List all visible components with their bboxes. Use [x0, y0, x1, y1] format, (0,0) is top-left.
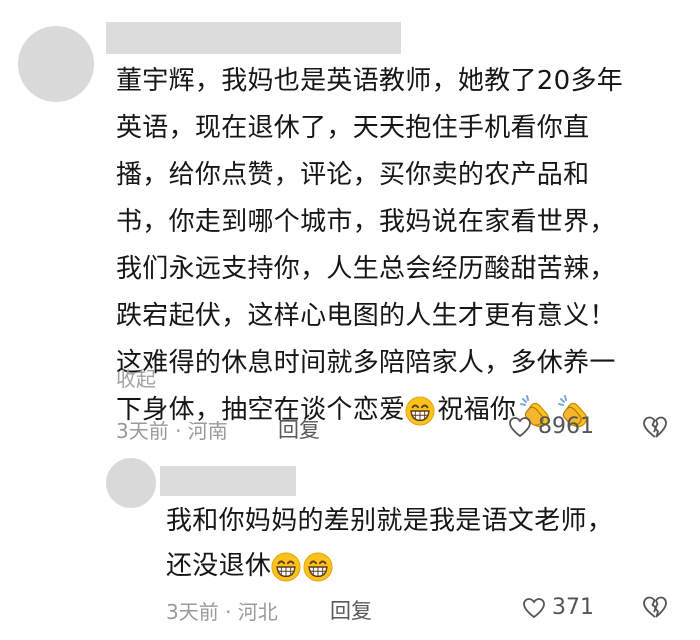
like-count: 371 [552, 595, 594, 620]
heart-icon [508, 416, 532, 438]
reply-line-text: 还没退休 [166, 551, 272, 581]
like-button[interactable]: 8961 [508, 414, 594, 439]
comment-time-location: 3天前 · 河南 [116, 419, 228, 443]
comment-line: 书，你走到哪个城市，我妈说在家看世界， [116, 207, 616, 237]
username-placeholder[interactable] [160, 466, 296, 496]
comment-line: 播，给你点赞，评论，买你卖的农产品和 [116, 160, 590, 190]
avatar[interactable] [106, 458, 156, 508]
like-button[interactable]: 371 [522, 595, 594, 620]
username-placeholder[interactable] [106, 22, 401, 54]
grinning-face-icon [405, 396, 435, 426]
comment-line-suffix: 祝福你 [437, 395, 517, 425]
heart-icon [522, 597, 546, 619]
like-count: 8961 [538, 414, 594, 439]
broken-heart-icon[interactable] [642, 594, 668, 620]
comment-line: 这难得的休息时间就多陪陪家人，多休养一 [116, 348, 616, 378]
broken-heart-icon[interactable] [642, 414, 668, 440]
reply-text: 我和你妈妈的差别就是我是语文老师， 还没退休 [166, 499, 613, 589]
avatar[interactable] [18, 26, 94, 102]
comment-text: 董宇辉，我妈也是英语教师，她教了20多年 英语，现在退休了，天天抱住手机看你直 … [116, 58, 623, 434]
grinning-face-icon [303, 552, 333, 582]
reply-button[interactable]: 回复 [330, 595, 372, 625]
comment-line: 跌宕起伏，这样心电图的人生才更有意义！ [116, 301, 616, 331]
reply-line: 我和你妈妈的差别就是我是语文老师， [166, 506, 614, 536]
grinning-face-icon [271, 552, 301, 582]
comment-line: 董宇辉，我妈也是英语教师，她教了20多年 [116, 66, 624, 96]
comment-line: 我们永远支持你，人生总会经历酸甜苦辣， [116, 254, 616, 284]
collapse-button[interactable]: 收起 [116, 363, 156, 392]
reply-line: 还没退休 [166, 544, 613, 589]
comment-line: 英语，现在退休了，天天抱住手机看你直 [116, 113, 590, 143]
reply-button[interactable]: 回复 [278, 414, 320, 444]
reply-time-location: 3天前 · 河北 [166, 600, 278, 624]
